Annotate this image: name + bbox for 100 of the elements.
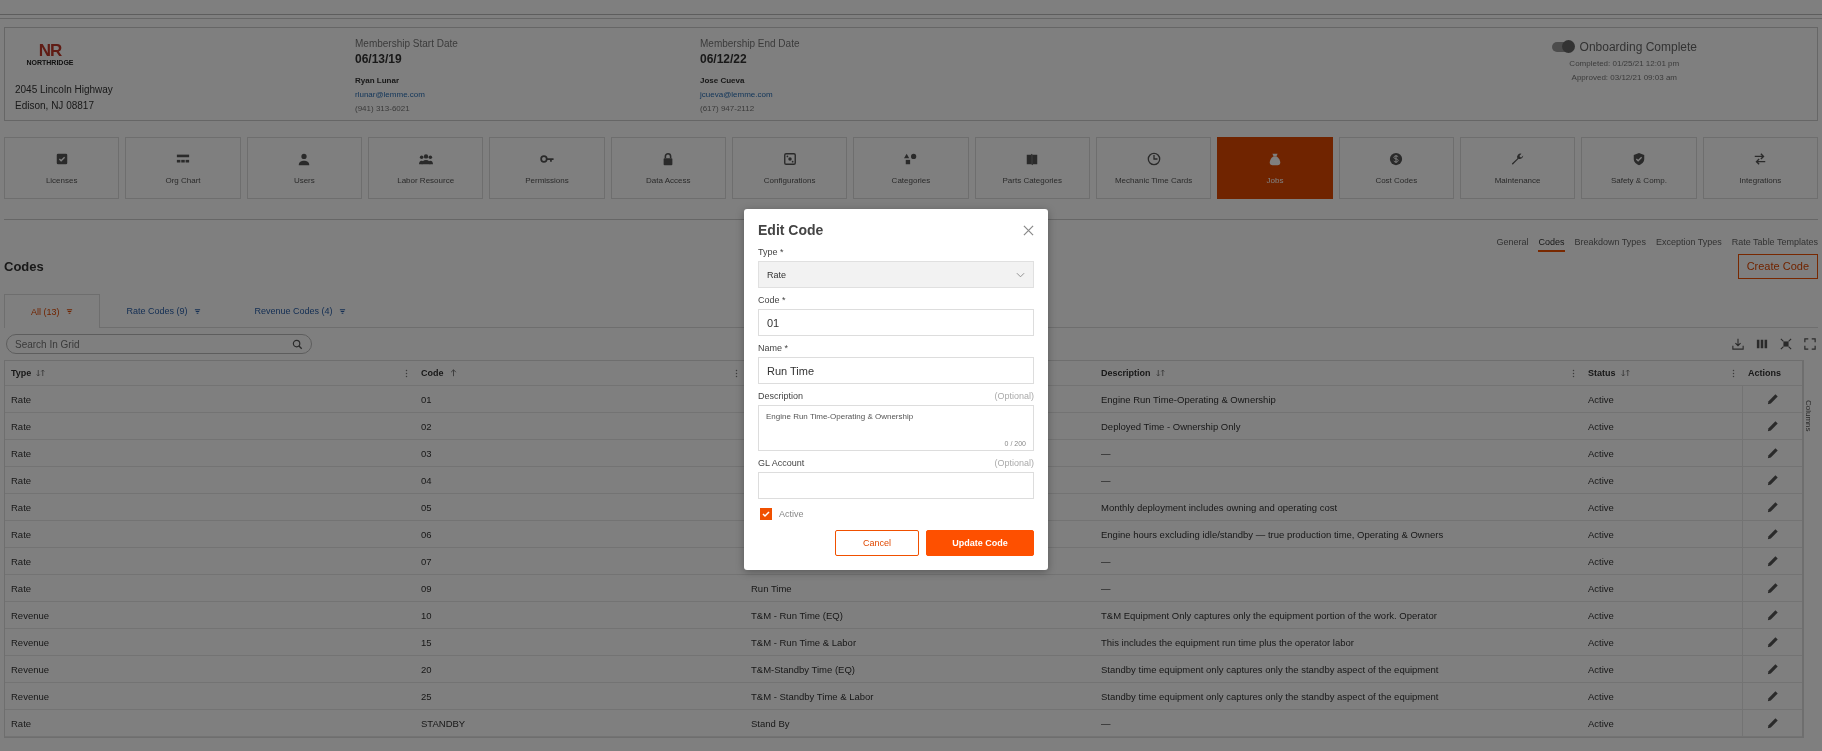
- gl-account-input[interactable]: [758, 472, 1034, 499]
- table-cell: Rate: [11, 420, 32, 432]
- table-cell: Active: [1588, 636, 1614, 648]
- column-header[interactable]: Type: [5, 361, 415, 385]
- search-field[interactable]: Search In Grid: [6, 334, 312, 354]
- table-cell: Active: [1588, 420, 1614, 432]
- table-cell: Active: [1588, 690, 1614, 702]
- grid-tab[interactable]: Revenue Codes (4): [227, 294, 373, 327]
- nav-tile[interactable]: Org Chart: [125, 137, 241, 199]
- membership-date: 06/12/22: [700, 52, 748, 66]
- nav-tile[interactable]: Maintenance: [1459, 137, 1576, 199]
- grid-tab[interactable]: All (13): [4, 294, 100, 328]
- table-cell: Rate: [11, 528, 32, 540]
- table-cell: Active: [1588, 474, 1614, 486]
- edit-icon[interactable]: [1766, 420, 1779, 432]
- contact-email[interactable]: jcueva@lemme.com: [700, 90, 1045, 99]
- edit-icon[interactable]: [1766, 474, 1779, 486]
- edit-icon[interactable]: [1766, 501, 1779, 513]
- table-cell: T&M - Standby Time & Labor: [751, 690, 874, 702]
- edit-icon[interactable]: [1766, 690, 1779, 702]
- page-title: Codes: [4, 258, 44, 274]
- contact-email[interactable]: rlunar@lemme.com: [355, 90, 700, 99]
- close-icon[interactable]: [1023, 224, 1034, 236]
- nav-tile[interactable]: Labor Resource: [368, 137, 484, 199]
- table-cell: —: [1101, 555, 1111, 567]
- table-cell: Run Time: [751, 582, 792, 594]
- table-cell: 01: [421, 393, 432, 405]
- edit-icon[interactable]: [1766, 447, 1779, 459]
- download-icon[interactable]: [1732, 338, 1744, 350]
- edit-icon[interactable]: [1766, 528, 1779, 540]
- nav-tile[interactable]: Mechanic Time Cards: [1095, 137, 1212, 199]
- table-cell: Rate: [11, 501, 32, 513]
- nav-tile[interactable]: Permissions: [489, 137, 605, 199]
- fullscreen-icon[interactable]: [1804, 338, 1816, 350]
- nav-tile[interactable]: Safety & Comp.: [1581, 137, 1697, 199]
- table-cell: Active: [1588, 663, 1614, 675]
- edit-icon[interactable]: [1766, 636, 1779, 648]
- checkbox-label: Active: [779, 509, 804, 519]
- nav-tile[interactable]: Jobs: [1217, 137, 1333, 199]
- nav-tile[interactable]: Data Access: [610, 137, 726, 199]
- sub-tab[interactable]: Exception Types: [1655, 237, 1722, 252]
- table-cell: T&M-Standby Time (EQ): [751, 663, 855, 675]
- filter-lines-icon: [65, 308, 73, 315]
- sort-arrows-icon[interactable]: [36, 369, 46, 377]
- columns-icon[interactable]: [1756, 338, 1768, 350]
- table-cell: Active: [1588, 582, 1614, 594]
- swap-arrows-icon: [1753, 151, 1768, 166]
- nav-tile[interactable]: Configurations: [731, 137, 848, 199]
- column-header[interactable]: Status: [1582, 361, 1742, 385]
- table-cell: This includes the equipment run time plus the operator labor: [1101, 636, 1354, 648]
- table-cell: Active: [1588, 447, 1614, 459]
- table-cell: Rate: [11, 447, 32, 459]
- sub-tab[interactable]: Breakdown Types: [1574, 237, 1646, 252]
- people-group-icon: [418, 151, 433, 166]
- edit-icon[interactable]: [1766, 555, 1779, 567]
- membership-date-label: Membership Start Date: [355, 38, 459, 49]
- table-cell: Revenue: [11, 609, 50, 621]
- nav-tile[interactable]: Users: [246, 137, 362, 199]
- wrench-icon: [1510, 151, 1525, 166]
- grid-tab[interactable]: Rate Codes (9): [99, 294, 228, 327]
- onboarding-label: Onboarding Complete: [1579, 40, 1697, 54]
- edit-icon[interactable]: [1766, 663, 1779, 675]
- column-header[interactable]: Actions: [1742, 361, 1802, 385]
- column-header[interactable]: Description: [1095, 361, 1582, 385]
- edit-icon[interactable]: [1766, 582, 1779, 594]
- create-code-button[interactable]: Create Code: [1737, 253, 1818, 279]
- table-cell: Active: [1588, 717, 1614, 729]
- edit-icon[interactable]: [1766, 717, 1779, 729]
- contact-name: Ryan Lunar: [355, 76, 400, 85]
- nav-tile[interactable]: Categories: [853, 137, 969, 199]
- nav-tile[interactable]: Licenses: [4, 137, 120, 199]
- cancel-button[interactable]: Cancel: [835, 530, 919, 556]
- table-cell: —: [1101, 717, 1111, 729]
- table-cell: —: [1101, 447, 1111, 459]
- column-header[interactable]: Code: [415, 361, 745, 385]
- nav-tile[interactable]: Cost Codes: [1338, 137, 1454, 199]
- book-icon: [1025, 151, 1040, 166]
- sort-up-arrow-icon[interactable]: [448, 369, 458, 377]
- update-button[interactable]: Update Code: [926, 530, 1034, 556]
- table-cell: 20: [421, 663, 432, 675]
- nav-tile[interactable]: Integrations: [1702, 137, 1818, 199]
- sub-tab[interactable]: Codes: [1538, 237, 1565, 252]
- filter-lines-icon: [338, 307, 346, 315]
- columns-side-tab[interactable]: Columns: [1804, 400, 1813, 432]
- edit-icon[interactable]: [1766, 393, 1779, 405]
- optional-hint: (Optional): [994, 458, 1034, 470]
- edit-icon[interactable]: [1766, 609, 1779, 621]
- contact-phone: (617) 947-2112: [700, 104, 756, 113]
- name-input[interactable]: Run Time: [758, 357, 1034, 384]
- onboarding-toggle[interactable]: [1551, 42, 1574, 52]
- filter-lines-icon: [193, 307, 201, 315]
- code-input[interactable]: 01: [758, 309, 1034, 336]
- sub-tab[interactable]: Rate Table Templates: [1731, 237, 1818, 252]
- sort-arrows-icon[interactable]: [1620, 369, 1630, 377]
- active-checkbox[interactable]: [760, 508, 772, 520]
- fit-columns-icon[interactable]: [1780, 338, 1792, 350]
- nav-tile[interactable]: Parts Categories: [974, 137, 1090, 199]
- sub-tab[interactable]: General: [1496, 237, 1529, 252]
- sort-arrows-icon[interactable]: [1155, 369, 1165, 377]
- type-select[interactable]: Rate: [758, 261, 1034, 288]
